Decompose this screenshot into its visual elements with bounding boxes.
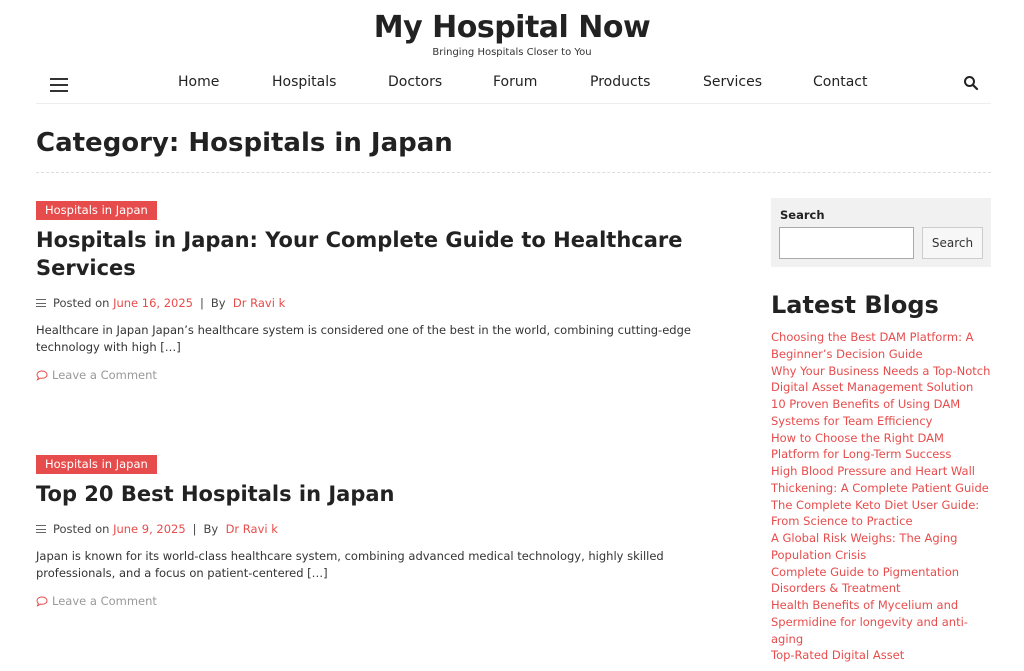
blog-link[interactable]: How to Choose the Right DAM Platform for… [771, 430, 993, 464]
site-tagline: Bringing Hospitals Closer to You [432, 47, 592, 58]
post-author[interactable]: Dr Ravi k [233, 296, 285, 310]
sidebar-search-input[interactable] [779, 227, 914, 259]
nav-item-hospitals[interactable]: Hospitals [272, 74, 336, 90]
nav-item-home[interactable]: Home [178, 74, 219, 90]
leave-comment-link[interactable]: Leave a Comment [36, 594, 726, 608]
search-widget: Search Search [771, 198, 991, 267]
posted-icon [36, 299, 46, 307]
blog-link[interactable]: Health Benefits of Mycelium and Spermidi… [771, 597, 993, 647]
meta-separator: | [192, 522, 197, 536]
comment-label: Leave a Comment [52, 368, 157, 382]
nav-item-doctors[interactable]: Doctors [388, 74, 442, 90]
blog-link[interactable]: The Complete Keto Diet User Guide: From … [771, 497, 993, 531]
posted-icon [36, 525, 46, 533]
comment-icon [36, 595, 48, 607]
post-card: Hospitals in Japan Top 20 Best Hospitals… [36, 453, 726, 608]
comment-label: Leave a Comment [52, 594, 157, 608]
by-label: By [210, 296, 226, 310]
post-date[interactable]: June 16, 2025 [113, 296, 193, 310]
latest-blogs-list: Choosing the Best DAM Platform: A Beginn… [771, 329, 993, 664]
category-badge[interactable]: Hospitals in Japan [36, 455, 157, 474]
post-title[interactable]: Top 20 Best Hospitals in Japan [36, 480, 726, 508]
search-widget-label: Search [780, 208, 825, 222]
blog-link[interactable]: Why Your Business Needs a Top-Notch Digi… [771, 363, 993, 397]
post-excerpt: Japan is known for its world-class healt… [36, 549, 664, 580]
post-meta: Posted on June 9, 2025 | By Dr Ravi k [36, 522, 726, 536]
title-divider [36, 172, 991, 173]
post-author[interactable]: Dr Ravi k [226, 522, 278, 536]
search-icon[interactable] [963, 75, 979, 91]
main-navigation: Home Hospitals Doctors Forum Products Se… [36, 70, 991, 104]
blog-link[interactable]: Choosing the Best DAM Platform: A Beginn… [771, 329, 993, 363]
blog-link[interactable]: A Global Risk Weighs: The Aging Populati… [771, 530, 993, 564]
blog-link[interactable]: Complete Guide to Pigmentation Disorders… [771, 564, 993, 598]
site-title[interactable]: My Hospital Now [0, 10, 1024, 45]
nav-item-forum[interactable]: Forum [493, 74, 537, 90]
page-title: Category: Hospitals in Japan [36, 128, 453, 158]
nav-item-contact[interactable]: Contact [813, 74, 867, 90]
posted-on-label: Posted on [53, 296, 110, 310]
posted-on-label: Posted on [53, 522, 110, 536]
sidebar-search-button[interactable]: Search [922, 227, 983, 259]
post-title[interactable]: Hospitals in Japan: Your Complete Guide … [36, 226, 726, 282]
by-label: By [203, 522, 219, 536]
post-excerpt: Healthcare in Japan Japan’s healthcare s… [36, 323, 691, 354]
leave-comment-link[interactable]: Leave a Comment [36, 368, 726, 382]
comment-icon [36, 369, 48, 381]
blog-link[interactable]: High Blood Pressure and Heart Wall Thick… [771, 463, 993, 497]
blog-link[interactable]: Top-Rated Digital Asset [771, 647, 993, 664]
latest-blogs-heading: Latest Blogs [771, 291, 939, 319]
post-meta: Posted on June 16, 2025 | By Dr Ravi k [36, 296, 726, 310]
hamburger-icon[interactable] [50, 78, 68, 92]
meta-separator: | [200, 296, 204, 310]
blog-link[interactable]: 10 Proven Benefits of Using DAM Systems … [771, 396, 993, 430]
nav-item-services[interactable]: Services [703, 74, 762, 90]
post-card: Hospitals in Japan Hospitals in Japan: Y… [36, 199, 726, 382]
category-badge[interactable]: Hospitals in Japan [36, 201, 157, 220]
post-date[interactable]: June 9, 2025 [113, 522, 186, 536]
nav-item-products[interactable]: Products [590, 74, 650, 90]
